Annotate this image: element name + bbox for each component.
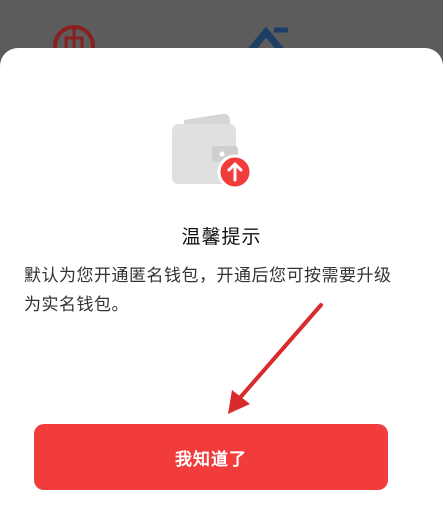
dialog-message: 默认为您开通匿名钱包，开通后您可按需要升级为实名钱包。 xyxy=(24,266,392,315)
upward-arrow-badge-icon xyxy=(217,154,253,190)
dialog-title: 温馨提示 xyxy=(181,226,262,248)
confirm-button[interactable]: 我知道了 xyxy=(34,424,388,490)
wallet-upgrade-icon xyxy=(172,113,253,190)
